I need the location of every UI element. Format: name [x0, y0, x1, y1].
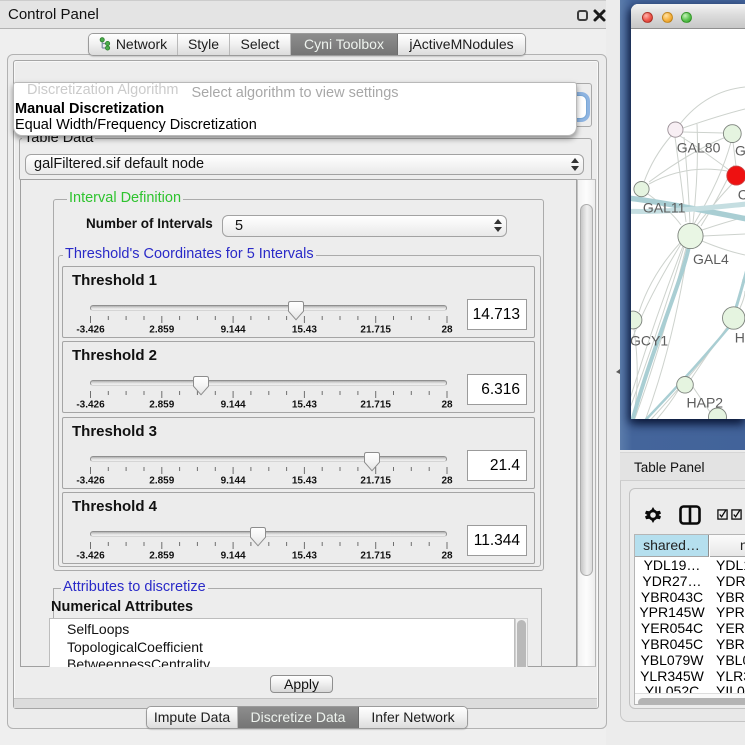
svg-text:9.144: 9.144 [221, 325, 246, 336]
svg-text:21.715: 21.715 [360, 551, 391, 562]
svg-text:-3.426: -3.426 [76, 400, 105, 411]
svg-text:15.43: 15.43 [292, 325, 317, 336]
svg-text:GCY1: GCY1 [631, 333, 668, 349]
svg-text:15.43: 15.43 [292, 551, 317, 562]
svg-text:HAP2: HAP2 [687, 395, 724, 411]
svg-text:2.859: 2.859 [149, 325, 174, 336]
svg-text:28: 28 [441, 551, 453, 562]
svg-text:9.144: 9.144 [221, 476, 246, 487]
svg-text:15.43: 15.43 [292, 400, 317, 411]
svg-text:28: 28 [441, 400, 453, 411]
svg-text:-3.426: -3.426 [76, 325, 105, 336]
svg-text:GAL4: GAL4 [693, 251, 729, 267]
svg-text:28: 28 [441, 325, 453, 336]
svg-text:28: 28 [441, 476, 453, 487]
svg-text:21.715: 21.715 [360, 400, 391, 411]
svg-text:2.859: 2.859 [149, 400, 174, 411]
svg-text:2.859: 2.859 [149, 476, 174, 487]
svg-text:9.144: 9.144 [221, 551, 246, 562]
svg-text:15.43: 15.43 [292, 476, 317, 487]
svg-text:GAL11: GAL11 [643, 200, 686, 216]
svg-text:9.144: 9.144 [221, 400, 246, 411]
svg-text:CR: CR [738, 187, 745, 203]
svg-text:-3.426: -3.426 [76, 551, 105, 562]
svg-text:GAL80: GAL80 [677, 140, 721, 156]
svg-text:21.715: 21.715 [360, 476, 391, 487]
svg-text:21.715: 21.715 [360, 325, 391, 336]
svg-text:GA: GA [735, 143, 745, 159]
svg-text:-3.426: -3.426 [76, 476, 105, 487]
svg-text:2.859: 2.859 [149, 551, 174, 562]
svg-text:H: H [735, 330, 745, 346]
